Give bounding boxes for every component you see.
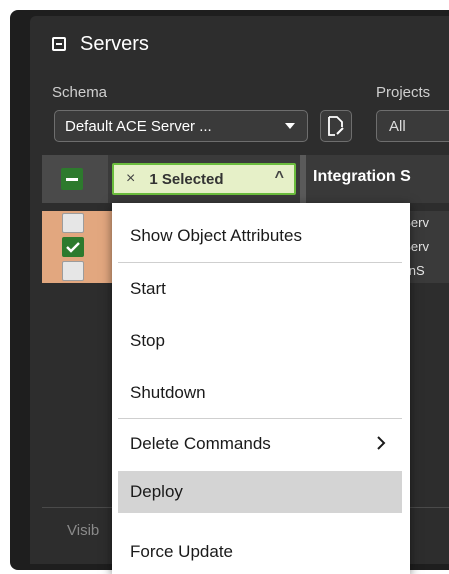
menu-item-label: Stop bbox=[130, 331, 165, 350]
selection-chip[interactable]: × 1 Selected ^ bbox=[112, 163, 296, 195]
menu-item-shutdown[interactable]: Shutdown bbox=[118, 372, 402, 414]
menu-divider bbox=[118, 262, 402, 263]
menu-item-start[interactable]: Start bbox=[118, 268, 402, 310]
chevron-up-icon[interactable]: ^ bbox=[275, 169, 284, 187]
menu-item-label: Shutdown bbox=[130, 383, 206, 402]
row-checkbox[interactable] bbox=[62, 213, 84, 233]
row-checkbox[interactable] bbox=[62, 261, 84, 281]
menu-item-label: Show Object Attributes bbox=[130, 226, 302, 245]
projects-selected-value: All bbox=[389, 117, 406, 135]
clear-selection-icon[interactable]: × bbox=[126, 170, 135, 188]
menu-item-label: Deploy bbox=[130, 482, 183, 501]
column-separator bbox=[300, 155, 306, 203]
schema-selected-value: Default ACE Server ... bbox=[65, 117, 212, 135]
caret-down-icon bbox=[285, 123, 295, 129]
menu-item-delete-commands[interactable]: Delete Commands bbox=[118, 423, 402, 465]
context-menu: Show Object Attributes Start Stop Shutdo… bbox=[112, 203, 410, 574]
schema-edit-button[interactable] bbox=[320, 110, 352, 142]
menu-item-label: Force Update bbox=[130, 542, 233, 561]
collapse-icon[interactable] bbox=[52, 37, 66, 51]
document-edit-icon bbox=[328, 116, 344, 136]
menu-item-deploy[interactable]: Deploy bbox=[118, 471, 402, 513]
select-all-checkbox[interactable] bbox=[61, 168, 83, 190]
schema-label: Schema bbox=[52, 84, 108, 101]
selection-count: 1 Selected bbox=[149, 170, 224, 188]
footer-visible-count: Visib bbox=[67, 522, 100, 539]
chevron-right-icon bbox=[377, 436, 386, 450]
schema-dropdown[interactable]: Default ACE Server ... bbox=[54, 110, 308, 142]
panel-header: Servers bbox=[52, 29, 149, 59]
menu-item-stop[interactable]: Stop bbox=[118, 320, 402, 362]
menu-item-label: Delete Commands bbox=[130, 434, 271, 453]
projects-dropdown[interactable]: All bbox=[376, 110, 449, 142]
integration-server-column-header[interactable]: Integration S bbox=[313, 168, 411, 186]
projects-label: Projects bbox=[376, 84, 431, 101]
row-checkbox[interactable] bbox=[62, 237, 84, 257]
menu-item-force-update[interactable]: Force Update bbox=[118, 531, 402, 573]
check-icon bbox=[66, 242, 80, 253]
menu-divider bbox=[118, 418, 402, 419]
menu-item-show-object-attributes[interactable]: Show Object Attributes bbox=[118, 215, 402, 257]
panel-title: Servers bbox=[80, 32, 149, 55]
menu-item-label: Start bbox=[130, 279, 166, 298]
